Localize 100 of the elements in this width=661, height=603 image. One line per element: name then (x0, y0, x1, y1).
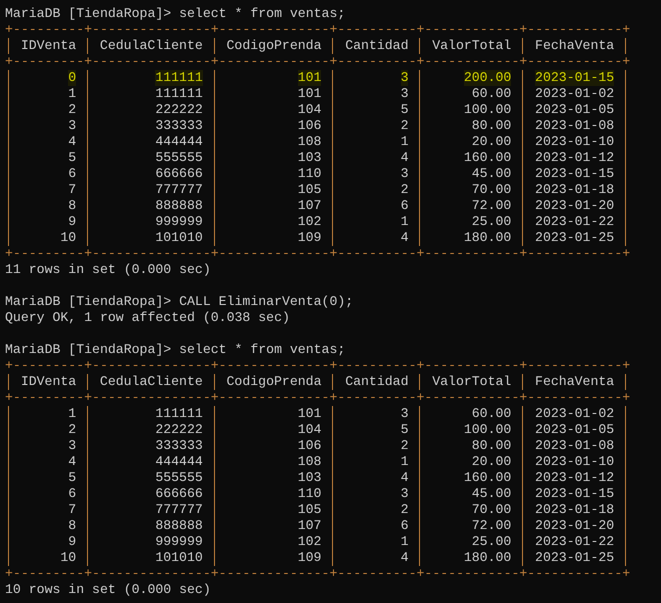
table-cell: 105 (298, 182, 322, 198)
table-cell: 2 (400, 118, 408, 134)
table-cell: 4 (400, 230, 408, 246)
table-cell: 2023-01-12 (535, 150, 614, 166)
table-cell: 101 (298, 406, 322, 422)
table-cell: 108 (298, 134, 322, 150)
table-cell: 106 (298, 438, 322, 454)
table-cell: 25.00 (472, 534, 512, 550)
table-cell: 1 (68, 86, 76, 102)
table-cell: 555555 (155, 150, 203, 166)
table-cell: 999999 (155, 534, 203, 550)
table-cell: 1 (400, 454, 408, 470)
table-cell: 6 (400, 198, 408, 214)
table-cell: 2023-01-22 (535, 534, 614, 550)
table-cell: 103 (298, 150, 322, 166)
table-cell: 3 (400, 70, 408, 86)
table-border: +---------+---------------+--------------+----------+------------+------------+ (5, 390, 630, 406)
table-cell: 2023-01-05 (535, 102, 614, 118)
table-cell: 25.00 (472, 214, 512, 230)
table-cell: 180.00 (464, 550, 512, 566)
table-cell: 200.00 (464, 70, 512, 86)
table-cell: 8 (68, 518, 76, 534)
table-cell: 70.00 (472, 502, 512, 518)
table-cell: 45.00 (472, 486, 512, 502)
column-header: CedulaCliente (100, 38, 203, 54)
table-cell: 2023-01-18 (535, 502, 614, 518)
table-cell: 111111 (155, 406, 203, 422)
table-cell: 666666 (155, 166, 203, 182)
column-header: CedulaCliente (100, 374, 203, 390)
table-cell: 101010 (155, 230, 203, 246)
table-cell: 10 (60, 550, 76, 566)
table-cell: 2023-01-15 (535, 166, 614, 182)
table-cell: 1 (400, 134, 408, 150)
table-cell: 2023-01-08 (535, 118, 614, 134)
table-cell: 80.00 (472, 118, 512, 134)
output-text: 11 rows in set (0.000 sec) (5, 262, 211, 278)
table-cell: 2023-01-18 (535, 182, 614, 198)
table-cell: 1 (400, 534, 408, 550)
table-cell: 110 (298, 486, 322, 502)
table-cell: 2023-01-02 (535, 86, 614, 102)
table-cell: 1 (68, 406, 76, 422)
table-cell: 2 (400, 502, 408, 518)
output-text: 10 rows in set (0.000 sec) (5, 582, 211, 598)
table-cell: 2023-01-02 (535, 406, 614, 422)
table-cell: 2023-01-15 (535, 70, 614, 86)
table-cell: 108 (298, 454, 322, 470)
table-cell: 6 (400, 518, 408, 534)
table-cell: 555555 (155, 470, 203, 486)
table-cell: 2023-01-05 (535, 422, 614, 438)
output-text: Query OK, 1 row affected (0.038 sec) (5, 310, 290, 326)
table-cell: 2 (400, 182, 408, 198)
table-cell: 2023-01-12 (535, 470, 614, 486)
table-cell: 333333 (155, 438, 203, 454)
column-header: Cantidad (345, 38, 408, 54)
table-cell: 3 (400, 406, 408, 422)
table-cell: 109 (298, 230, 322, 246)
table-cell: 999999 (155, 214, 203, 230)
table-cell: 100.00 (464, 422, 512, 438)
column-header: CodigoPrenda (226, 374, 322, 390)
command-line: MariaDB [TiendaRopa]> select * from ventas; (5, 6, 346, 22)
table-cell: 7 (68, 502, 76, 518)
table-cell: 111111 (155, 86, 203, 102)
column-header: ValorTotal (432, 38, 512, 54)
command-line: MariaDB [TiendaRopa]> CALL EliminarVenta(0); (5, 294, 354, 310)
table-cell: 5 (68, 150, 76, 166)
table-cell: 109 (298, 550, 322, 566)
column-header: CodigoPrenda (226, 38, 322, 54)
table-cell: 2023-01-20 (535, 198, 614, 214)
table-cell: 105 (298, 502, 322, 518)
table-cell: 5 (68, 470, 76, 486)
table-cell: 2 (68, 422, 76, 438)
table-cell: 777777 (155, 502, 203, 518)
table-cell: 0 (68, 70, 76, 86)
table-cell: 2 (68, 102, 76, 118)
table-cell: 20.00 (472, 134, 512, 150)
table-cell: 2023-01-20 (535, 518, 614, 534)
table-cell: 222222 (155, 422, 203, 438)
table-cell: 106 (298, 118, 322, 134)
table-cell: 111111 (155, 70, 203, 86)
table-cell: 3 (400, 486, 408, 502)
table-cell: 444444 (155, 134, 203, 150)
table-cell: 60.00 (472, 406, 512, 422)
table-cell: 160.00 (464, 150, 512, 166)
column-header: ValorTotal (432, 374, 512, 390)
table-cell: 2023-01-22 (535, 214, 614, 230)
table-cell: 222222 (155, 102, 203, 118)
table-cell: 101010 (155, 550, 203, 566)
table-cell: 3 (68, 438, 76, 454)
column-header: Cantidad (345, 374, 408, 390)
table-cell: 72.00 (472, 518, 512, 534)
table-border: +---------+---------------+--------------+----------+------------+------------+ (5, 246, 630, 262)
table-cell: 180.00 (464, 230, 512, 246)
table-cell: 6 (68, 486, 76, 502)
table-cell: 45.00 (472, 166, 512, 182)
table-cell: 3 (400, 86, 408, 102)
table-cell: 2023-01-25 (535, 550, 614, 566)
table-cell: 160.00 (464, 470, 512, 486)
table-cell: 102 (298, 534, 322, 550)
table-cell: 2023-01-25 (535, 230, 614, 246)
column-header: IDVenta (20, 374, 76, 390)
